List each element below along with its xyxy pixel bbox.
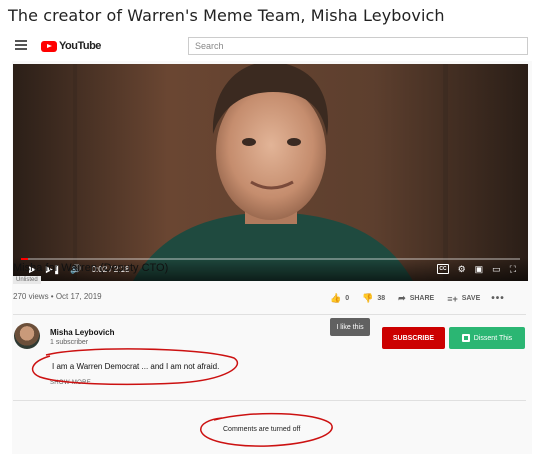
dissenter-icon bbox=[461, 334, 470, 342]
share-label: SHARE bbox=[409, 295, 435, 302]
captions-icon[interactable]: CC bbox=[437, 264, 449, 274]
divider bbox=[13, 400, 526, 401]
thumbs-up-icon: 👍 bbox=[330, 293, 342, 303]
miniplayer-icon[interactable]: ▣ bbox=[475, 264, 484, 274]
search-input[interactable]: Search bbox=[188, 37, 528, 55]
subscribe-button[interactable]: SUBSCRIBE bbox=[382, 327, 445, 349]
more-actions-icon[interactable]: ••• bbox=[491, 293, 505, 304]
show-more-button[interactable]: SHOW MORE bbox=[50, 380, 91, 386]
page-caption: The creator of Warren's Meme Team, Misha… bbox=[8, 6, 445, 25]
share-button[interactable]: ➦ SHARE bbox=[398, 293, 434, 304]
playlist-add-icon: ≡+ bbox=[447, 293, 458, 304]
avatar[interactable] bbox=[14, 323, 40, 349]
like-button[interactable]: 👍 0 bbox=[330, 293, 349, 304]
save-label: SAVE bbox=[461, 295, 481, 302]
dislike-button[interactable]: 👎 38 bbox=[362, 293, 385, 304]
youtube-page: YouTube Search ▶ ▶❚ 🔊 0:02 / 2:18 CC ⚙ ▣… bbox=[12, 31, 532, 454]
youtube-logo-text: YouTube bbox=[59, 40, 101, 52]
dissent-button[interactable]: Dissent This bbox=[449, 327, 525, 349]
subscriber-count: 1 subscriber bbox=[50, 339, 89, 346]
video-description: I am a Warren Democrat ... and I am not … bbox=[52, 362, 220, 371]
video-frame-image bbox=[13, 64, 528, 281]
like-tooltip: I like this bbox=[330, 318, 370, 336]
thumbs-down-icon: 👎 bbox=[362, 293, 374, 303]
youtube-logo[interactable]: YouTube bbox=[41, 40, 101, 52]
like-count: 0 bbox=[345, 295, 350, 302]
divider bbox=[13, 314, 526, 315]
progress-bar[interactable] bbox=[21, 258, 520, 260]
save-button[interactable]: ≡+ SAVE bbox=[447, 294, 480, 304]
channel-name[interactable]: Misha Leybovich bbox=[50, 328, 114, 337]
comments-status: Comments are turned off bbox=[223, 426, 301, 433]
youtube-play-icon bbox=[41, 40, 57, 52]
video-meta: 270 views • Oct 17, 2019 bbox=[13, 292, 102, 301]
dissent-label: Dissent This bbox=[473, 334, 513, 342]
menu-icon[interactable] bbox=[15, 40, 27, 50]
top-bar: YouTube Search bbox=[12, 31, 532, 61]
theater-mode-icon[interactable]: ▭ bbox=[492, 264, 501, 274]
settings-icon[interactable]: ⚙ bbox=[458, 264, 466, 274]
dislike-count: 38 bbox=[377, 295, 386, 302]
progress-fill bbox=[21, 258, 29, 260]
video-title: Misha for Warren (Deputy CTO) bbox=[13, 262, 169, 274]
video-actions: 👍 0 👎 38 ➦ SHARE ≡+ SAVE ••• bbox=[330, 293, 505, 304]
unlisted-badge: Unlisted bbox=[13, 276, 41, 284]
video-player[interactable]: ▶ ▶❚ 🔊 0:02 / 2:18 CC ⚙ ▣ ▭ ⛶ bbox=[13, 64, 528, 281]
fullscreen-icon[interactable]: ⛶ bbox=[510, 264, 516, 274]
share-icon: ➦ bbox=[398, 293, 406, 303]
